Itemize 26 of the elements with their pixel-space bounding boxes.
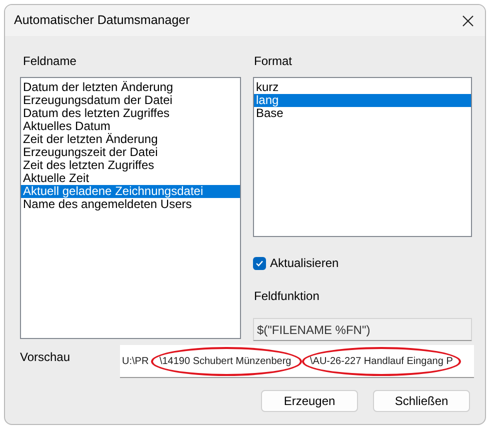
list-item[interactable]: Erzeugungszeit der Datei xyxy=(21,146,240,159)
vorschau-label: Vorschau xyxy=(20,348,72,366)
list-item[interactable]: Name des angemeldeten Users xyxy=(21,198,240,211)
dialog-button[interactable]: Erzeugen xyxy=(261,390,358,412)
list-item[interactable]: kurz xyxy=(254,81,471,94)
feldfunktion-label: Feldfunktion xyxy=(254,289,320,303)
list-item[interactable]: Aktuell geladene Zeichnungsdatei xyxy=(21,185,240,198)
list-item[interactable]: Zeit des letzten Zugriffes xyxy=(21,159,240,172)
window-title: Automatischer Datumsmanager xyxy=(14,12,190,30)
checkmark-icon xyxy=(255,258,264,268)
list-item[interactable]: Base xyxy=(254,107,471,120)
list-item[interactable]: Aktuelle Zeit xyxy=(21,172,240,185)
list-item[interactable]: Datum der letzten Änderung xyxy=(21,81,240,94)
checkbox[interactable] xyxy=(253,256,266,270)
dialog-button[interactable]: Schließen xyxy=(373,390,470,412)
aktualisieren-label: Aktualisieren xyxy=(270,255,339,272)
list-item[interactable]: Datum des letzten Zugriffes xyxy=(21,107,240,120)
feldfunktion-field[interactable]: $("FILENAME %FN") xyxy=(253,318,472,341)
list-item[interactable]: Erzeugungsdatum der Datei xyxy=(21,94,240,107)
vorschau-field[interactable]: U:\PR \14190 Schubert Münzenberg \AU-26-227 Handlauf Eingang P xyxy=(120,345,474,378)
close-icon[interactable] xyxy=(460,12,476,28)
list-item[interactable]: lang xyxy=(254,94,471,107)
list-item[interactable]: Zeit der letzten Änderung xyxy=(21,133,240,146)
list-item[interactable]: Aktuelles Datum xyxy=(21,120,240,133)
format-label: Format xyxy=(254,54,294,68)
feldname-label: Feldname xyxy=(23,54,78,68)
